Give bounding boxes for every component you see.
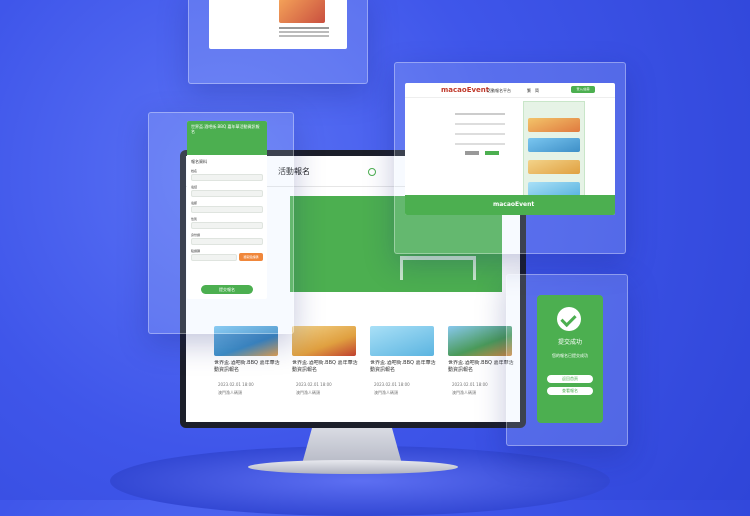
home-button[interactable]: 返回首頁: [547, 375, 593, 383]
email-field[interactable]: [191, 206, 263, 213]
login-button[interactable]: 登入/註冊: [571, 86, 595, 93]
event-image: [448, 326, 512, 356]
lang-option[interactable]: 繁: [527, 87, 531, 95]
event-card[interactable]: 世界盃.酒吧街.BBQ 嘉年華活動資訊報名 2023.02.01 18:00 澳…: [366, 322, 438, 418]
field-label: 性別: [191, 217, 198, 221]
form-section-title: 報名資料: [191, 159, 207, 164]
success-message: 您的報名已提交成功: [552, 353, 588, 358]
event-venue: 澳門漁人碼頭: [296, 390, 320, 395]
gender-select[interactable]: [191, 222, 263, 229]
field-label: 電郵: [191, 201, 198, 205]
event-card[interactable]: 世界盃.酒吧街.BBQ 嘉年華活動資訊報名 2023.02.01 18:00 澳…: [288, 322, 360, 418]
event-date: 2023.02.01 18:00: [452, 382, 488, 387]
name-field[interactable]: [191, 174, 263, 181]
desktop-header: macaoEvent 活動報名平台 繁 简 登入/註冊: [405, 83, 615, 98]
desktop-card: macaoEvent 活動報名平台 繁 简 登入/註冊 macaoEvent: [405, 83, 615, 215]
verify-code-button[interactable]: 獲取驗證碼: [239, 253, 263, 261]
event-venue: 澳門漁人碼頭: [218, 390, 242, 395]
event-title: 世界盃.酒吧街.BBQ 嘉年華活動資訊報名: [370, 360, 436, 373]
form-glass-panel: 世界盃.酒吧街.BBQ 嘉年華活動資訊報名 報名資料 姓名 電話 電郵 性別 身…: [148, 112, 294, 334]
monitor-neck: [302, 428, 402, 464]
id-field[interactable]: [191, 238, 263, 245]
logo: macaoEvent: [441, 86, 490, 94]
event-venue: 澳門漁人碼頭: [374, 390, 398, 395]
desktop-footer: macaoEvent: [405, 195, 615, 215]
event-image: [292, 326, 356, 356]
success-card: 提交成功 您的報名已提交成功 返回首頁 查看報名: [537, 295, 603, 423]
event-title: 世界盃.酒吧街.BBQ 嘉年華活動資訊報名: [448, 360, 514, 373]
event-venue: 澳門漁人碼頭: [452, 390, 476, 395]
success-glass-panel: 提交成功 您的報名已提交成功 返回首頁 查看報名: [506, 274, 628, 446]
monitor-base: [248, 460, 458, 474]
event-date: 2023.02.01 18:00: [218, 382, 254, 387]
search-icon[interactable]: [368, 168, 376, 176]
phone-field[interactable]: [191, 190, 263, 197]
field-label: 身份證: [191, 233, 201, 237]
code-field[interactable]: [191, 254, 237, 261]
event-card[interactable]: 世界盃.酒吧街.BBQ 嘉年華活動資訊報名 2023.02.01 18:00 澳…: [210, 322, 282, 418]
checkmark-icon: [557, 307, 581, 331]
desktop-side-preview: [523, 101, 585, 203]
top-card: [209, 0, 347, 49]
field-label: 驗證碼: [191, 249, 201, 253]
event-date: 2023.02.01 18:00: [296, 382, 332, 387]
view-button[interactable]: 查看報名: [547, 387, 593, 395]
success-title: 提交成功: [557, 339, 582, 346]
preview-image: [528, 182, 580, 196]
top-glass-panel: [188, 0, 368, 84]
form-header: 世界盃.酒吧街.BBQ 嘉年華活動資訊報名: [187, 121, 267, 155]
desktop-confirm-button[interactable]: [485, 151, 499, 155]
preview-image: [528, 138, 580, 152]
platform-title: 活動報名平台: [487, 88, 511, 93]
event-image: [370, 326, 434, 356]
top-card-text: [279, 27, 329, 29]
top-card-image: [279, 0, 325, 23]
event-date: 2023.02.01 18:00: [374, 382, 410, 387]
desktop-form-rows: [455, 113, 505, 115]
desktop-glass-panel: macaoEvent 活動報名平台 繁 简 登入/註冊 macaoEvent: [394, 62, 626, 254]
footer-logo: macaoEvent: [493, 201, 535, 208]
preview-image: [528, 118, 580, 132]
banner-building-icon: [400, 256, 476, 280]
field-label: 姓名: [191, 169, 198, 173]
form-header-title: 世界盃.酒吧街.BBQ 嘉年華活動資訊報名: [191, 124, 260, 134]
lang-option[interactable]: 简: [535, 87, 539, 95]
form-card: 世界盃.酒吧街.BBQ 嘉年華活動資訊報名 報名資料 姓名 電話 電郵 性別 身…: [187, 121, 267, 299]
event-title: 世界盃.酒吧街.BBQ 嘉年華活動資訊報名: [214, 360, 280, 373]
preview-image: [528, 160, 580, 174]
event-title: 世界盃.酒吧街.BBQ 嘉年華活動資訊報名: [292, 360, 358, 373]
submit-button[interactable]: 提交報名: [201, 285, 253, 294]
desktop-submit-button[interactable]: [465, 151, 479, 155]
field-label: 電話: [191, 185, 198, 189]
